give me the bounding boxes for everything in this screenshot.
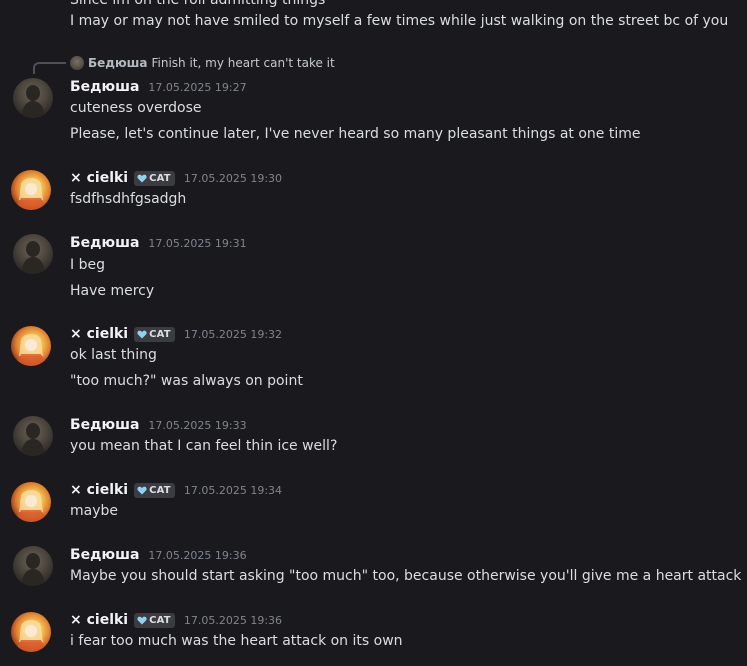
- username[interactable]: Бедюша: [70, 417, 139, 433]
- guild-tag[interactable]: CAT: [134, 482, 175, 498]
- avatar[interactable]: [11, 170, 51, 210]
- timestamp[interactable]: 17.05.2025 19:30: [184, 172, 282, 185]
- heart-icon: [137, 174, 147, 183]
- timestamp[interactable]: 17.05.2025 19:36: [184, 614, 282, 627]
- heart-icon: [137, 486, 147, 495]
- username[interactable]: × cielki: [70, 612, 128, 628]
- guild-tag[interactable]: CAT: [134, 326, 175, 342]
- username[interactable]: Бедюша: [70, 235, 139, 251]
- message-text-cut-off: Since im on the roll admitting things: [70, 0, 326, 8]
- guild-tag-label: CAT: [149, 484, 171, 496]
- username[interactable]: × cielki: [70, 326, 128, 342]
- guild-tag-label: CAT: [149, 328, 171, 340]
- message-header: Бедюша 17.05.2025 19:31: [70, 233, 247, 253]
- message-text: I beg: [70, 257, 105, 273]
- avatar[interactable]: [13, 78, 53, 118]
- reply-connector-line: [33, 62, 66, 74]
- username[interactable]: × cielki: [70, 170, 128, 186]
- message-header: Бедюша 17.05.2025 19:36: [70, 545, 247, 565]
- reply-avatar: [70, 56, 84, 70]
- guild-tag-label: CAT: [149, 614, 171, 626]
- message-header: Бедюша 17.05.2025 19:33: [70, 415, 247, 435]
- guild-tag-label: CAT: [149, 172, 171, 184]
- username[interactable]: × cielki: [70, 482, 128, 498]
- message-text: Maybe you should start asking "too much"…: [70, 568, 742, 584]
- message-text: cuteness overdose: [70, 100, 202, 116]
- avatar[interactable]: [11, 326, 51, 366]
- message-header: Бедюша 17.05.2025 19:27: [70, 77, 247, 97]
- timestamp[interactable]: 17.05.2025 19:36: [148, 549, 246, 562]
- heart-icon: [137, 330, 147, 339]
- message-text: Have mercy: [70, 283, 155, 299]
- username[interactable]: Бедюша: [70, 79, 139, 95]
- username[interactable]: Бедюша: [70, 547, 139, 563]
- message-text: Please, let's continue later, I've never…: [70, 126, 641, 142]
- heart-icon: [137, 616, 147, 625]
- message-text: i fear too much was the heart attack on …: [70, 633, 403, 649]
- avatar[interactable]: [13, 416, 53, 456]
- reply-author[interactable]: Бедюша: [88, 56, 147, 70]
- avatar[interactable]: [11, 612, 51, 652]
- message-header: × cielki CAT 17.05.2025 19:30: [70, 168, 282, 188]
- timestamp[interactable]: 17.05.2025 19:34: [184, 484, 282, 497]
- chat-message-list[interactable]: Since im on the roll admitting things I …: [0, 0, 747, 666]
- reply-reference[interactable]: Бедюша Finish it, my heart can't take it: [70, 54, 335, 72]
- person-silhouette-icon: [21, 423, 45, 456]
- timestamp[interactable]: 17.05.2025 19:33: [148, 419, 246, 432]
- message-text: maybe: [70, 503, 119, 519]
- person-silhouette-icon: [21, 85, 45, 118]
- anime-character-icon: [15, 620, 47, 652]
- avatar[interactable]: [11, 482, 51, 522]
- avatar[interactable]: [13, 234, 53, 274]
- avatar[interactable]: [13, 546, 53, 586]
- message-text: fsdfhsdhfgsadgh: [70, 191, 187, 207]
- message-header: × cielki CAT 17.05.2025 19:32: [70, 324, 282, 344]
- timestamp[interactable]: 17.05.2025 19:32: [184, 328, 282, 341]
- message-text: I may or may not have smiled to myself a…: [70, 13, 729, 29]
- person-silhouette-icon: [21, 241, 45, 274]
- anime-character-icon: [15, 334, 47, 366]
- message-header: × cielki CAT 17.05.2025 19:36: [70, 610, 282, 630]
- anime-character-icon: [15, 178, 47, 210]
- guild-tag[interactable]: CAT: [134, 170, 175, 186]
- person-silhouette-icon: [21, 553, 45, 586]
- reply-preview-text[interactable]: Finish it, my heart can't take it: [151, 56, 334, 70]
- timestamp[interactable]: 17.05.2025 19:31: [148, 237, 246, 250]
- message-text: "too much?" was always on point: [70, 373, 303, 389]
- timestamp[interactable]: 17.05.2025 19:27: [148, 81, 246, 94]
- message-header: × cielki CAT 17.05.2025 19:34: [70, 480, 282, 500]
- anime-character-icon: [15, 490, 47, 522]
- guild-tag[interactable]: CAT: [134, 612, 175, 628]
- message-text: you mean that I can feel thin ice well?: [70, 438, 338, 454]
- message-text: ok last thing: [70, 347, 157, 363]
